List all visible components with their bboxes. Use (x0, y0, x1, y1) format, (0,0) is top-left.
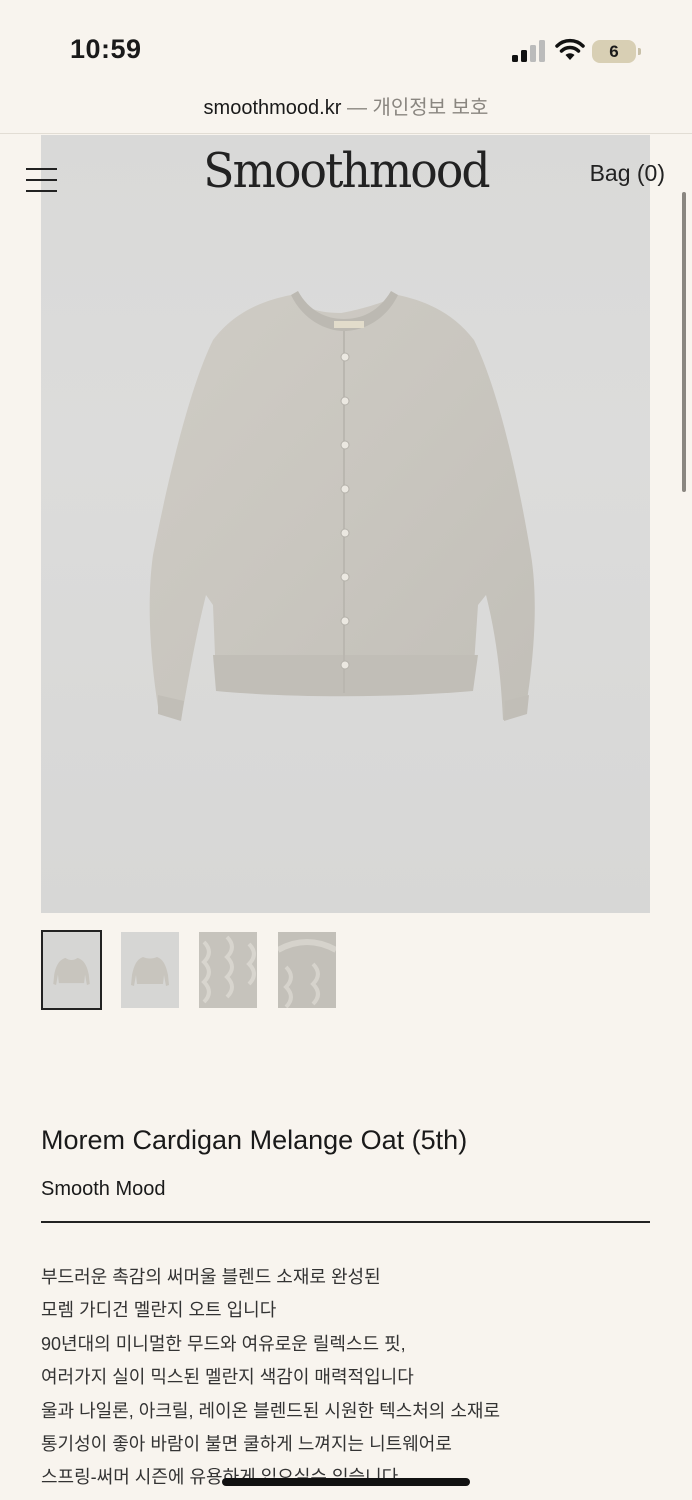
description-line: 부드러운 촉감의 써머울 블렌드 소재로 완성된 (41, 1267, 381, 1287)
bag-link[interactable]: Bag (0) (590, 160, 665, 187)
product-title: Morem Cardigan Melange Oat (5th) (41, 1125, 468, 1155)
thumbnail-1[interactable] (41, 930, 102, 1010)
divider (41, 1221, 650, 1223)
battery-icon: 6 (592, 40, 641, 63)
url-privacy-label: 개인정보 보호 (372, 97, 489, 119)
description-line: 통기성이 좋아 바람이 불면 쿨하게 느껴지는 니트웨어로 (41, 1434, 452, 1455)
site-logo[interactable]: Smoothmood (17, 143, 674, 199)
cardigan-back-thumbnail (121, 932, 179, 1008)
description-line: 90년대의 미니멀한 무드와 여유로운 릴렉스드 핏, (41, 1333, 406, 1354)
signal-icon (512, 40, 545, 62)
cardigan-image (149, 291, 535, 721)
thumbnail-4[interactable] (278, 932, 336, 1008)
home-indicator[interactable] (222, 1478, 470, 1486)
product-main-image[interactable] (41, 135, 650, 913)
collar-detail-thumbnail (278, 932, 336, 1008)
cardigan-front-thumbnail (43, 932, 100, 1008)
status-time: 10:59 (70, 34, 142, 64)
thumbnail-3[interactable] (199, 932, 257, 1008)
wifi-icon (555, 38, 585, 60)
description-line: 울과 나일론, 아크릴, 레이온 블렌드된 시원한 텍스처의 소재로 (41, 1400, 501, 1421)
product-description: 부드러운 촉감의 써머울 블렌드 소재로 완성된 모렘 가디건 멜란지 오트 입… (41, 1261, 650, 1495)
knit-detail-thumbnail (199, 932, 257, 1008)
site-header: Smoothmood Bag (0) (0, 135, 692, 225)
status-bar: 10:59 6 (0, 0, 692, 88)
brand-name[interactable]: Smooth Mood (41, 1178, 166, 1201)
url-domain: smoothmood.kr (203, 97, 342, 119)
page-scrollbar[interactable] (682, 192, 686, 492)
url-separator: — (346, 97, 367, 119)
description-line: 여러가지 실이 믹스된 멜란지 색감이 매력적입니다 (41, 1367, 414, 1388)
thumbnail-2[interactable] (121, 932, 179, 1008)
url-bar[interactable]: smoothmood.kr — 개인정보 보호 (0, 88, 692, 134)
description-line: 모렘 가디건 멜란지 오트 입니다 (41, 1300, 277, 1321)
